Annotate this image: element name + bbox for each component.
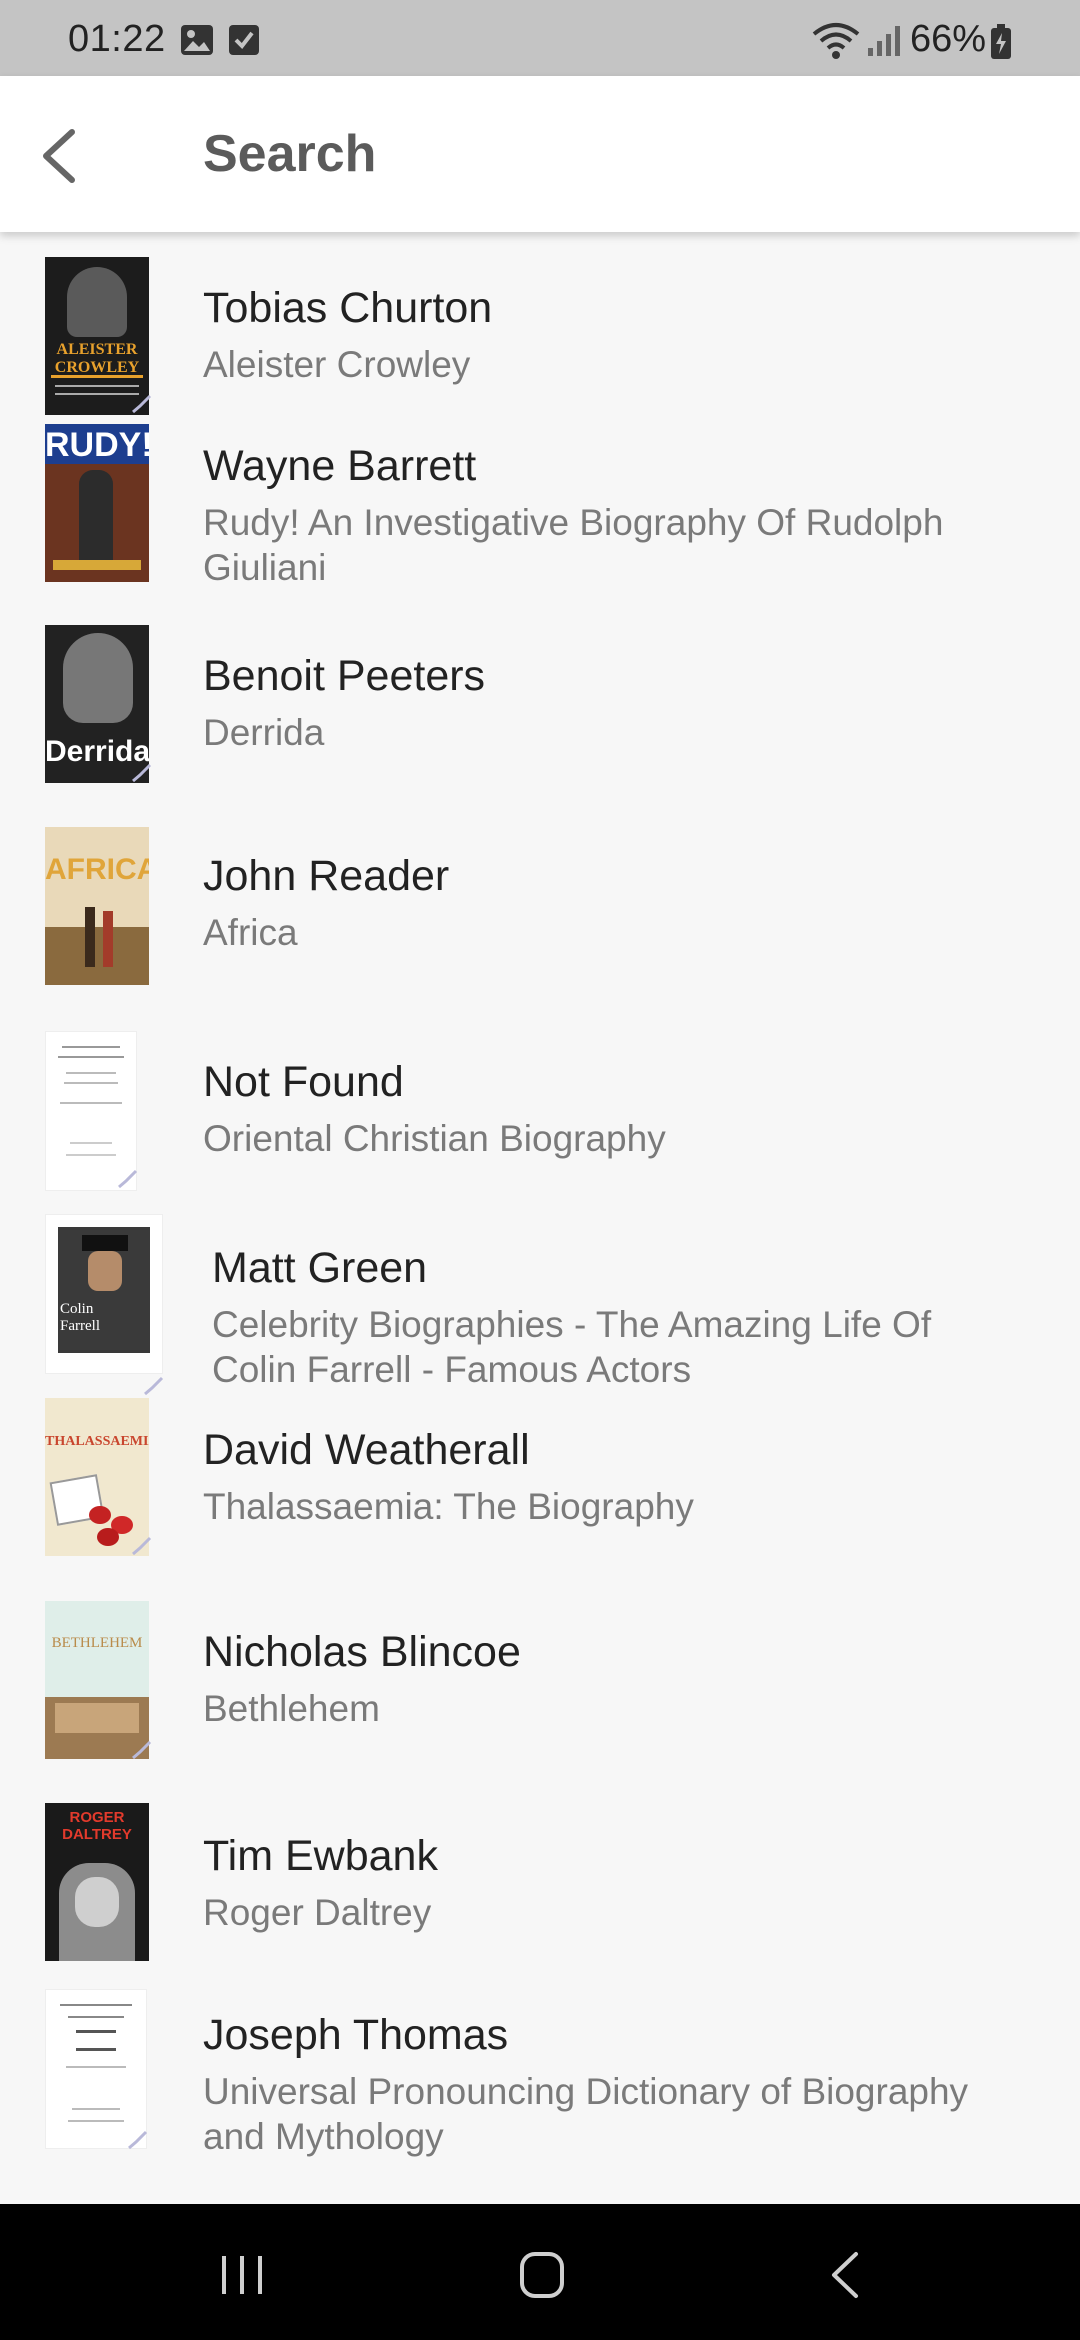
result-title: Roger Daltrey: [203, 1892, 432, 1933]
book-cover: [45, 1031, 137, 1191]
result-title: Aleister Crowley: [203, 344, 471, 385]
result-title: Celebrity Biographies - The Amazing Life…: [212, 1304, 932, 1390]
checkmark-icon: [132, 1740, 152, 1760]
battery-level: 66%: [910, 18, 987, 60]
checkmark-icon: [128, 2130, 148, 2150]
nav-back-button[interactable]: [806, 2240, 886, 2310]
book-cover: ROGER DALTREY: [45, 1803, 149, 1961]
chevron-left-icon: [43, 129, 75, 183]
book-cover: RUDY!: [45, 424, 149, 582]
result-item[interactable]: BETHLEHEM Nicholas Blincoe Bethlehem: [0, 1600, 1080, 1790]
book-cover: THALASSAEMIA: [45, 1398, 149, 1556]
result-author: Matt Green: [212, 1244, 428, 1292]
book-cover: Colin Farrell: [45, 1214, 163, 1374]
result-item[interactable]: RUDY! Wayne Barrett Rudy! An Investigati…: [0, 419, 1080, 619]
navigation-bar: [0, 2204, 1080, 2340]
result-author: Tim Ewbank: [203, 1832, 438, 1880]
result-title: Thalassaemia: The Biography: [203, 1486, 694, 1527]
cover-text: ROGER DALTREY: [62, 1809, 132, 1843]
result-item[interactable]: Joseph Thomas Universal Pronouncing Dict…: [0, 1988, 1080, 2188]
app-bar: Search: [0, 76, 1080, 232]
page-title: Search: [203, 125, 377, 183]
result-title: Rudy! An Investigative Biography Of Rudo…: [203, 502, 944, 588]
result-author: Tobias Churton: [203, 284, 493, 332]
result-title: Derrida: [203, 712, 325, 753]
recent-apps-icon: [222, 2256, 262, 2294]
result-title: Bethlehem: [203, 1688, 380, 1729]
result-author: Wayne Barrett: [203, 442, 477, 490]
result-author: Benoit Peeters: [203, 652, 486, 700]
result-author: David Weatherall: [203, 1426, 530, 1474]
result-title: Universal Pronouncing Dictionary of Biog…: [203, 2071, 969, 2157]
status-time: 01:22: [68, 18, 166, 60]
back-button[interactable]: [30, 116, 94, 196]
wifi-icon: [812, 23, 860, 59]
result-author: Not Found: [203, 1058, 404, 1106]
checkmark-icon: [144, 1376, 164, 1396]
result-author: Joseph Thomas: [203, 2011, 509, 2059]
battery-icon: [991, 24, 1011, 59]
checkmark-icon: [132, 394, 152, 414]
book-cover: [45, 1989, 147, 2149]
checkbox-icon: [229, 25, 259, 55]
book-cover: AFRICA: [45, 827, 149, 985]
result-item[interactable]: Derrida Benoit Peeters Derrida: [0, 618, 1080, 808]
result-item[interactable]: Not Found Oriental Christian Biography: [0, 1024, 1080, 1214]
cover-text: THALASSAEMIA: [45, 1434, 149, 1449]
result-item[interactable]: ROGER DALTREY Tim Ewbank Roger Daltrey: [0, 1803, 1080, 1993]
cover-text: BETHLEHEM: [51, 1635, 143, 1651]
back-icon: [832, 2252, 858, 2298]
cover-text: ALEISTER CROWLEY: [54, 341, 140, 376]
result-item[interactable]: Colin Farrell Matt Green Celebrity Biogr…: [0, 1214, 1080, 1414]
status-bar: 01:22 66%: [0, 0, 1080, 76]
book-cover: BETHLEHEM: [45, 1601, 149, 1759]
result-item[interactable]: AFRICA John Reader Africa: [0, 821, 1080, 1011]
signal-icon: [868, 26, 900, 56]
home-icon: [520, 2252, 564, 2298]
gallery-icon: [181, 25, 213, 55]
checkmark-icon: [132, 763, 152, 783]
home-button[interactable]: [502, 2240, 582, 2310]
result-author: Nicholas Blincoe: [203, 1628, 521, 1676]
result-item[interactable]: ALEISTER CROWLEY Tobias Churton Aleister…: [0, 236, 1080, 426]
recent-apps-button[interactable]: [202, 2240, 282, 2310]
cover-text: Colin Farrell: [60, 1301, 100, 1334]
cover-text: AFRICA: [45, 853, 149, 886]
checkmark-icon: [132, 1536, 152, 1556]
cover-text: RUDY!: [45, 426, 149, 464]
result-author: John Reader: [203, 852, 450, 900]
book-cover: Derrida: [45, 625, 149, 783]
result-title: Africa: [203, 912, 298, 953]
book-cover: ALEISTER CROWLEY: [45, 257, 149, 415]
checkmark-icon: [118, 1169, 138, 1189]
result-title: Oriental Christian Biography: [203, 1118, 666, 1159]
result-item[interactable]: THALASSAEMIA David Weatherall Thalassaem…: [0, 1398, 1080, 1588]
